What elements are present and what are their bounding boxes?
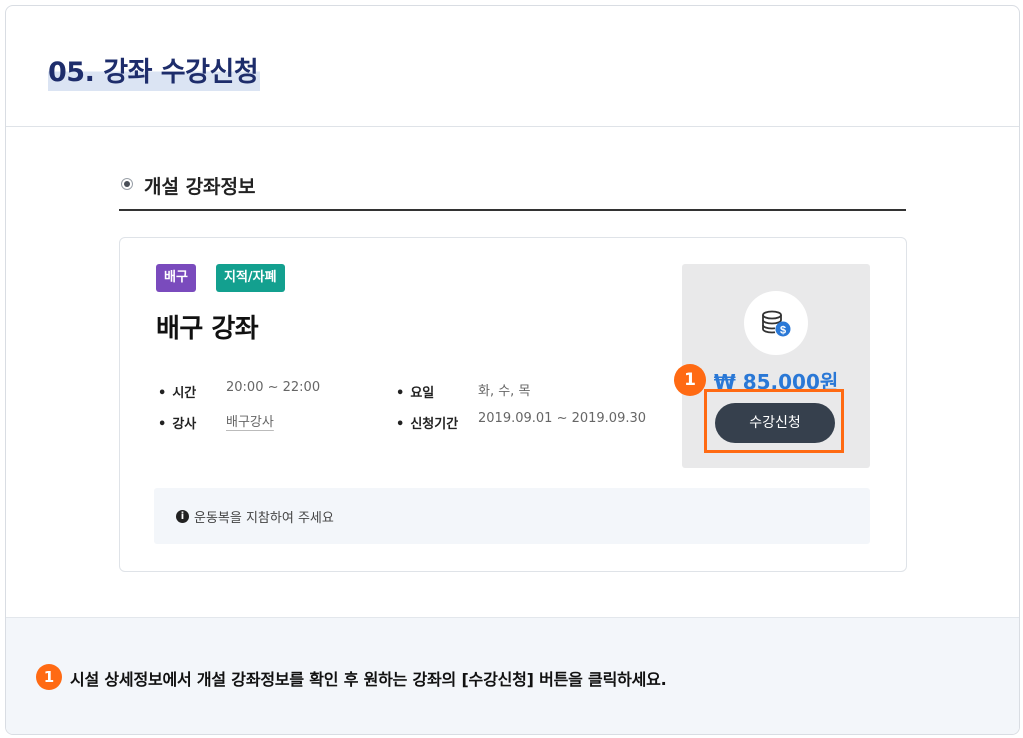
radio-bullet-icon: [121, 178, 133, 190]
target-tag: 지적/자폐: [216, 264, 285, 292]
page-title: 05. 강좌 수강신청: [48, 50, 261, 91]
apply-button[interactable]: 수강신청: [715, 403, 835, 443]
course-card: 배구 지적/자폐 배구 강좌 시간 20:00 ~ 22:00 요일 화, 수,…: [119, 237, 907, 572]
day-label: 요일: [396, 382, 434, 401]
price-box: $ ₩ 85,000원 수강신청 1: [674, 264, 870, 468]
svg-text:$: $: [780, 325, 786, 337]
day-value: 화, 수, 목: [478, 384, 531, 399]
notice-text: 운동복을 지참하여 주세요: [194, 511, 334, 526]
time-value: 20:00 ~ 22:00: [226, 380, 321, 395]
info-icon: i: [176, 510, 189, 523]
instructor-link[interactable]: 배구강사: [226, 411, 274, 430]
page-header: 05. 강좌 수강신청: [6, 6, 1019, 127]
coin-stack-icon: $: [744, 291, 808, 355]
section-title: 개설 강좌정보: [144, 176, 256, 198]
category-tag: 배구: [156, 264, 196, 292]
footer-step-badge: 1: [36, 664, 62, 690]
period-value: 2019.09.01 ~ 2019.09.30: [478, 411, 647, 426]
notice-box: i 운동복을 지참하여 주세요: [154, 488, 870, 544]
instructor-label: 강사: [158, 413, 196, 432]
footer-instruction: 시설 상세정보에서 개설 강좌정보를 확인 후 원하는 강좌의 [수강신청] 버…: [70, 670, 667, 689]
course-title: 배구 강좌: [156, 314, 259, 344]
period-label: 신청기간: [396, 413, 458, 432]
time-label: 시간: [158, 382, 196, 401]
section-header: 개설 강좌정보: [119, 171, 906, 211]
instruction-footer: 1 시설 상세정보에서 개설 강좌정보를 확인 후 원하는 강좌의 [수강신청]…: [6, 617, 1019, 734]
content-frame: 05. 강좌 수강신청 개설 강좌정보 배구 지적/자폐 배구 강좌 시간 20…: [5, 5, 1020, 735]
step-badge: 1: [674, 364, 706, 396]
